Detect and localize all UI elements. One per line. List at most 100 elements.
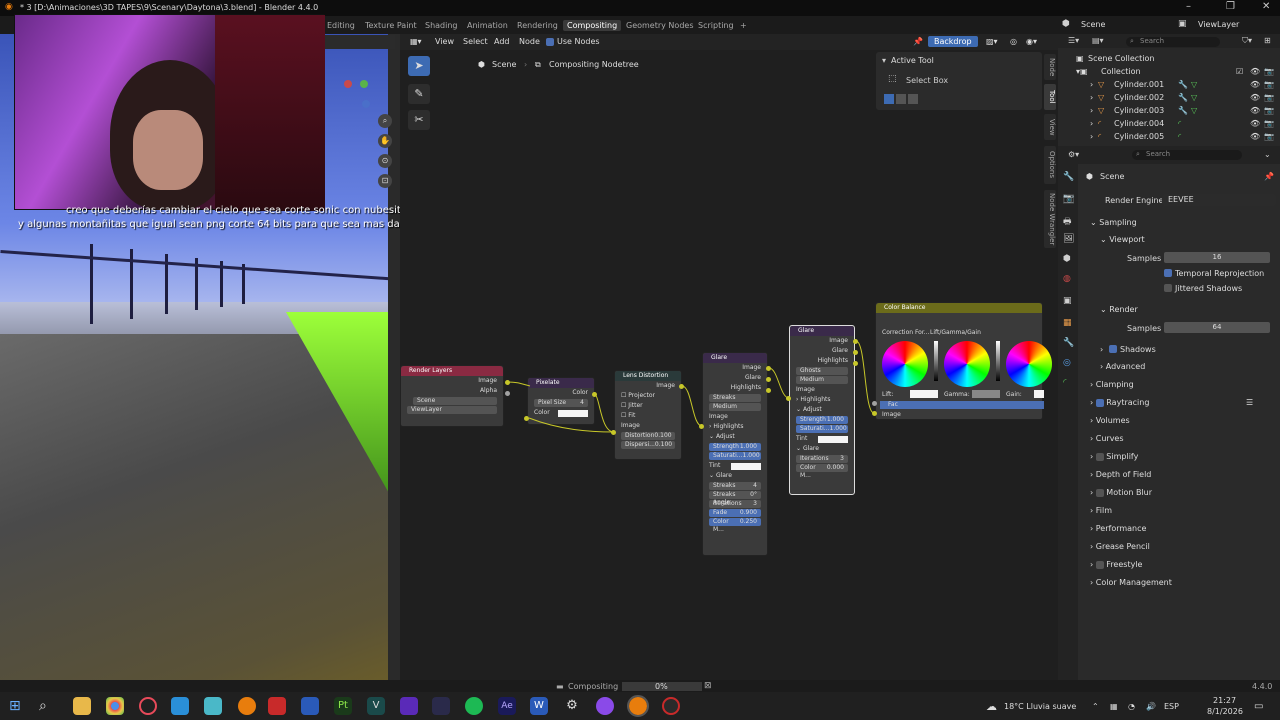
blender-active-icon[interactable]	[627, 695, 649, 717]
substance-painter-icon[interactable]: Pt	[334, 697, 352, 715]
visibility-icon[interactable]: 👁	[1250, 119, 1260, 128]
expand-icon[interactable]: ›	[1090, 93, 1093, 102]
tab-texture-paint[interactable]: Texture Paint	[365, 21, 417, 30]
chrome-icon[interactable]	[106, 697, 124, 715]
film-panel[interactable]: › Film	[1090, 506, 1112, 515]
simplify-checkbox[interactable]	[1095, 452, 1104, 461]
notifications-icon[interactable]: ▭	[1254, 701, 1263, 712]
scene-collection-row[interactable]: Scene Collection	[1088, 54, 1155, 63]
sidebar-tab-node[interactable]: Node	[1044, 54, 1056, 80]
select-tool-button[interactable]: ➤	[408, 56, 430, 76]
visibility-icon[interactable]: 👁	[1250, 132, 1260, 141]
visibility-icon[interactable]: 👁	[1250, 106, 1260, 115]
edge-icon[interactable]	[171, 697, 189, 715]
render-icon[interactable]: 📷	[1264, 106, 1274, 115]
use-nodes-checkbox[interactable]	[546, 38, 554, 46]
close-icon[interactable]: ✕	[1262, 1, 1270, 12]
scene-tab-icon[interactable]: ⬢	[1063, 254, 1071, 264]
outliner-item[interactable]: Cylinder.001	[1114, 80, 1164, 89]
breadcrumb-nodetree[interactable]: Compositing Nodetree	[549, 60, 639, 69]
render-engine-select[interactable]: EEVEE	[1162, 194, 1276, 206]
word-icon[interactable]: W	[530, 697, 548, 715]
render-icon[interactable]: 📷	[1264, 80, 1274, 89]
viewport-samples-field[interactable]: 16	[1164, 252, 1270, 263]
editor-type-icon[interactable]: ☰▾	[1068, 36, 1079, 45]
mode-new-icon[interactable]	[884, 94, 894, 104]
links-cut-tool-button[interactable]: ✂	[408, 110, 430, 130]
mode-subtract-icon[interactable]	[908, 94, 918, 104]
world-tab-icon[interactable]: ◍	[1063, 274, 1071, 284]
view-layer-tab-icon[interactable]: 🖼	[1063, 234, 1074, 244]
gizmo-icon[interactable]: ◉▾	[1026, 37, 1037, 46]
display-mode-icon[interactable]: ▤▾	[1092, 36, 1104, 45]
editor-type-icon[interactable]: ⚙▾	[1068, 150, 1079, 159]
z-axis-icon[interactable]	[362, 100, 370, 108]
file-explorer-icon[interactable]	[73, 697, 91, 715]
spotify-icon[interactable]	[465, 697, 483, 715]
depth-of-field-panel[interactable]: › Depth of Field	[1090, 470, 1151, 479]
render-icon[interactable]: 📷	[1264, 119, 1274, 128]
color-management-panel[interactable]: › Color Management	[1090, 578, 1172, 587]
simplify-panel[interactable]: › Simplify	[1090, 452, 1138, 461]
pan-icon[interactable]: ✋	[378, 134, 392, 148]
expand-icon[interactable]: ›	[1090, 132, 1093, 141]
expand-icon[interactable]: ›	[1090, 80, 1093, 89]
scene-selector[interactable]: Scene	[1081, 20, 1105, 29]
discord-icon[interactable]	[596, 697, 614, 715]
y-axis-icon[interactable]	[360, 80, 368, 88]
viewport-subpanel[interactable]: ⌄ Viewport	[1100, 235, 1145, 244]
curves-panel[interactable]: › Curves	[1090, 434, 1124, 443]
sidebar-tab-tool[interactable]: Tool	[1044, 84, 1056, 110]
modifier-tab-icon[interactable]: 🔧	[1063, 338, 1074, 348]
raytracing-checkbox[interactable]	[1095, 398, 1104, 407]
data-tab-icon[interactable]: ◜	[1063, 378, 1067, 388]
cancel-icon[interactable]: ⊠	[704, 681, 712, 691]
blender-icon[interactable]	[238, 697, 256, 715]
maximize-icon[interactable]: ❐	[1226, 1, 1235, 12]
view-layer-selector[interactable]: ViewLayer	[1198, 20, 1239, 29]
tab-shading[interactable]: Shading	[425, 21, 458, 30]
channels-icon[interactable]: ▨▾	[986, 37, 998, 46]
shadows-subpanel[interactable]: Shadows	[1120, 345, 1156, 354]
clamping-panel[interactable]: › Clamping	[1090, 380, 1134, 389]
video-editor-icon[interactable]	[268, 697, 286, 715]
davinci-icon[interactable]	[432, 697, 450, 715]
weather-icon[interactable]: ☁	[986, 700, 997, 713]
photos-icon[interactable]	[301, 697, 319, 715]
start-icon[interactable]: ⊞	[9, 697, 27, 715]
options-icon[interactable]: ⌄	[1264, 150, 1271, 159]
freestyle-checkbox[interactable]	[1095, 560, 1104, 569]
iterations-field[interactable]: Iterations 3	[709, 500, 761, 508]
shadows-checkbox[interactable]	[1109, 345, 1117, 353]
breadcrumb-scene[interactable]: Scene	[492, 60, 516, 69]
sidebar-tab-view[interactable]: View	[1044, 114, 1056, 140]
sampling-panel[interactable]: ⌄ Sampling	[1090, 218, 1137, 227]
minimize-icon[interactable]: –	[1186, 1, 1191, 12]
new-collection-icon[interactable]: ⊞	[1264, 36, 1271, 45]
performance-panel[interactable]: › Performance	[1090, 524, 1146, 533]
advanced-subpanel[interactable]: › Advanced	[1100, 362, 1145, 371]
tab-scripting[interactable]: Scripting	[698, 21, 734, 30]
menu-add[interactable]: Add	[494, 37, 510, 46]
motion-blur-checkbox[interactable]	[1095, 488, 1104, 497]
pin-icon[interactable]: 📌	[913, 37, 923, 46]
color-modulation-field[interactable]: Color M... 0.250	[709, 518, 761, 533]
fade-field[interactable]: Fade 0.900	[709, 509, 761, 517]
menu-node[interactable]: Node	[519, 37, 540, 46]
wifi-icon[interactable]: ◔	[1128, 702, 1135, 711]
pin-icon[interactable]: 📌	[1264, 172, 1274, 181]
outliner-item[interactable]: Cylinder.004	[1114, 119, 1164, 128]
freestyle-panel[interactable]: › Freestyle	[1090, 560, 1142, 569]
tab-animation[interactable]: Animation	[467, 21, 508, 30]
network-icon[interactable]: ▦	[1110, 702, 1118, 711]
mode-extend-icon[interactable]	[896, 94, 906, 104]
visibility-icon[interactable]: 👁	[1250, 93, 1260, 102]
expand-icon[interactable]: ›	[1090, 119, 1093, 128]
settings-icon[interactable]: ⚙	[563, 697, 581, 715]
tab-geometry-nodes[interactable]: Geometry Nodes	[626, 21, 693, 30]
menu-select[interactable]: Select	[463, 37, 488, 46]
outliner-item[interactable]: Cylinder.005	[1114, 132, 1164, 141]
visibility-icon[interactable]: 👁	[1250, 67, 1260, 76]
sidebar-tab-node-wrangler[interactable]: Node Wrangler	[1044, 190, 1056, 248]
language-indicator[interactable]: ESP	[1164, 702, 1179, 711]
